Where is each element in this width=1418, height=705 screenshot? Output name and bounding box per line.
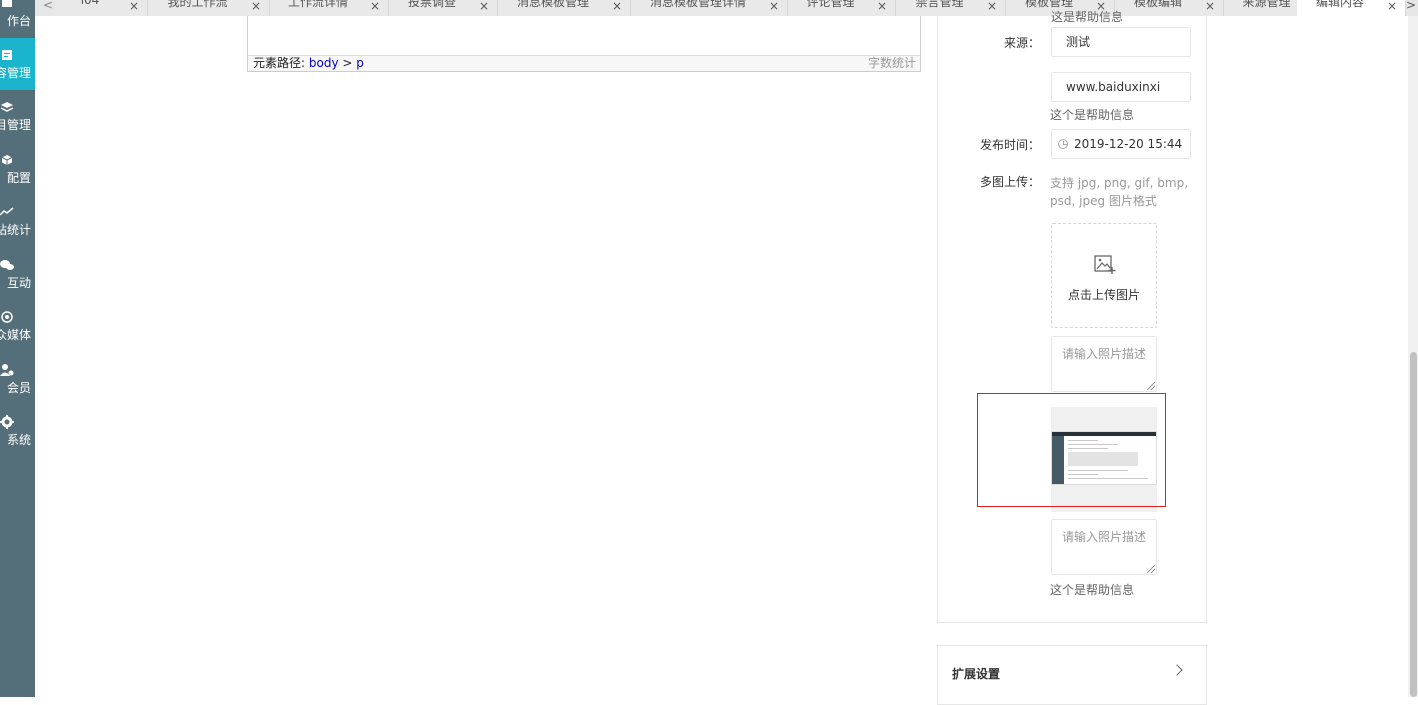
tab-bar: < i04 × 我的工作流 × 工作流详情 × 投票调查 × 消息模板管理 × … (35, 0, 1418, 16)
article-settings-panel: 这是帮助信息 来源： 测试 www.baiduxinxi 这个是帮助信息 发布时… (937, 10, 1207, 623)
chevron-right-icon[interactable] (1171, 664, 1183, 676)
scrollbar-thumb[interactable] (1410, 352, 1417, 697)
chat-icon (0, 258, 14, 272)
close-icon[interactable]: × (769, 0, 779, 13)
tab-item[interactable]: 我的工作流 × (148, 0, 270, 16)
layers-icon (0, 100, 14, 114)
sidebar-item-config[interactable]: 配置 (0, 143, 35, 195)
element-path: 元素路径: body > p (253, 56, 364, 71)
add-image-icon (1094, 253, 1116, 278)
help-text: 这个是帮助信息 (1050, 583, 1135, 597)
upload-image-label: 点击上传图片 (1067, 288, 1140, 302)
document-icon (0, 48, 14, 62)
tab-item-active[interactable]: 编辑内容 × (1297, 0, 1406, 16)
sidebar-item-label: 站统计 (0, 223, 31, 237)
tab-scroll-left-button[interactable]: < (43, 0, 53, 12)
sidebar-item-columns[interactable]: 目管理 (0, 90, 35, 142)
sidebar-item-members[interactable]: 会员 (0, 353, 35, 405)
sidebar-item-dashboard[interactable]: 作台 (0, 0, 35, 38)
clock-icon (1058, 139, 1068, 149)
close-icon[interactable]: × (1387, 0, 1397, 13)
tab-label: 投票调查 (407, 0, 456, 9)
sidebar-item-label: 会员 (6, 381, 31, 395)
tab-scroll-right-button[interactable]: > (1406, 0, 1416, 12)
close-icon[interactable]: × (612, 0, 622, 13)
sidebar-item-content[interactable]: 容管理 (0, 38, 35, 90)
close-icon[interactable]: × (479, 0, 489, 13)
sidebar: 作台 容管理 目管理 配置 站统计 互动 众媒体 会员 系统 (0, 0, 35, 697)
tab-item[interactable]: 消息模板管理详情 × (631, 0, 788, 16)
sidebar-item-media[interactable]: 众媒体 (0, 300, 35, 352)
resize-grip[interactable] (1147, 565, 1155, 573)
extended-settings-title: 扩展设置 (952, 667, 1001, 681)
sidebar-item-label: 目管理 (0, 118, 31, 132)
page-scrollbar[interactable] (1408, 16, 1418, 697)
multi-upload-label: 多图上传： (979, 175, 1040, 189)
close-icon[interactable]: × (129, 0, 139, 13)
sidebar-item-label: 配置 (6, 171, 31, 185)
tab-item[interactable]: 禁言管理 × (896, 0, 1006, 16)
close-icon[interactable]: × (1205, 0, 1215, 13)
source-label: 来源： (1003, 36, 1040, 50)
tab-label: 工作流详情 (287, 0, 348, 9)
tab-item[interactable]: 模板编辑 × (1115, 0, 1224, 16)
element-path-separator: > (342, 56, 353, 70)
tab-item[interactable]: 工作流详情 × (270, 0, 389, 16)
publish-time-input[interactable]: 2019-12-20 15:44 (1051, 129, 1191, 159)
tab-item[interactable]: i04 × (55, 0, 148, 16)
tab-item[interactable]: 评论管理 × (788, 0, 896, 16)
cube-icon (0, 153, 14, 167)
word-count: 字数统计 (867, 56, 916, 70)
sidebar-item-stats[interactable]: 站统计 (0, 195, 35, 247)
element-path-body-link[interactable]: body (309, 56, 339, 70)
dashboard-icon (0, 0, 14, 10)
publish-time-label: 发布时间： (979, 138, 1040, 152)
sidebar-item-system[interactable]: 系统 (0, 405, 35, 457)
target-icon (0, 310, 14, 324)
tab-label: 消息模板管理详情 (649, 0, 746, 9)
rich-text-editor[interactable]: 元素路径: body > p 字数统计 (247, 16, 921, 72)
upload-image-button[interactable]: 点击上传图片 (1051, 223, 1157, 328)
tab-label: i04 (80, 0, 100, 7)
element-path-p-link[interactable]: p (356, 56, 364, 70)
tab-label: 编辑内容 (1315, 0, 1364, 9)
upload-format-hint: 支持 jpg, png, gif, bmp, psd, jpeg 图片格式 (1050, 176, 1189, 208)
help-text: 这是帮助信息 (1051, 10, 1124, 24)
tab-label: 评论管理 (806, 0, 855, 9)
image-thumbnail (1051, 431, 1157, 485)
user-settings-icon (0, 363, 14, 377)
close-icon[interactable]: × (987, 0, 997, 13)
close-icon[interactable]: × (370, 0, 380, 13)
close-icon[interactable]: × (251, 0, 261, 13)
gear-icon (0, 415, 14, 429)
sidebar-item-label: 系统 (6, 433, 31, 447)
help-text: 这个是帮助信息 (1050, 108, 1135, 122)
chart-line-icon (0, 205, 14, 219)
editor-status-bar: 元素路径: body > p 字数统计 (248, 55, 920, 71)
close-icon[interactable]: × (877, 0, 887, 13)
element-path-label: 元素路径: (253, 56, 306, 70)
sidebar-item-label: 众媒体 (0, 328, 31, 342)
publish-time-value: 2019-12-20 15:44 (1074, 137, 1183, 151)
tab-item[interactable]: 投票调查 × (389, 0, 498, 16)
tab-label: 禁言管理 (915, 0, 964, 9)
source-input[interactable]: 测试 (1051, 27, 1191, 57)
sidebar-item-interaction[interactable]: 互动 (0, 248, 35, 300)
photo-description-input[interactable]: 请输入照片描述 (1051, 336, 1157, 392)
tab-label: 模板编辑 (1133, 0, 1182, 9)
tab-label: 消息模板管理 (516, 0, 589, 9)
source-url-input[interactable]: www.baiduxinxi (1051, 72, 1191, 102)
sidebar-item-label: 容管理 (0, 66, 31, 80)
sidebar-item-label: 互动 (6, 276, 31, 290)
tab-label: 我的工作流 (167, 0, 228, 9)
uploaded-image-preview[interactable] (1051, 407, 1157, 512)
tab-item[interactable]: 消息模板管理 × (498, 0, 631, 16)
resize-grip[interactable] (1147, 382, 1155, 390)
extended-settings-panel[interactable]: 扩展设置 (937, 645, 1207, 705)
sidebar-item-label: 作台 (6, 14, 31, 28)
photo-description-input[interactable]: 请输入照片描述 (1051, 519, 1157, 575)
